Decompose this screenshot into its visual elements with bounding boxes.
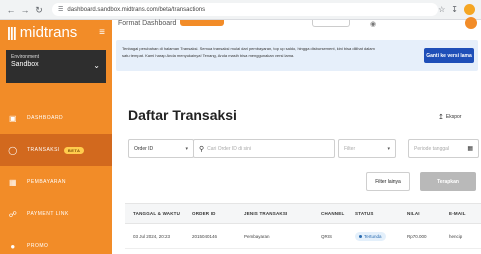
menu-toggle-icon[interactable]: ≡ bbox=[99, 27, 105, 38]
filter-select[interactable]: Filter ▾ bbox=[338, 139, 396, 158]
site-info-icon[interactable]: ☰ bbox=[58, 6, 63, 13]
order-id-select-value: Order ID bbox=[134, 145, 154, 152]
page-title: Daftar Transaksi bbox=[128, 107, 237, 123]
logo-text: midtrans bbox=[19, 23, 78, 41]
reload-icon[interactable]: ↻ bbox=[34, 5, 44, 15]
search-placeholder: Cari Order ID di sini bbox=[207, 145, 252, 152]
apply-button[interactable]: Terapkan bbox=[420, 172, 476, 191]
payment-icon: ▦ bbox=[8, 177, 18, 187]
cell-amount: Rp70.000 bbox=[407, 233, 427, 239]
cell-order-id[interactable]: 2015040146 bbox=[184, 234, 236, 239]
table-header-row: TANGGAL & WAKTU ORDER ID JENIS TRANSAKSI… bbox=[125, 203, 481, 224]
calendar-icon: ▦ bbox=[467, 146, 473, 152]
sidebar-item-transaksi[interactable]: ◯ TRANSAKSI BETA bbox=[0, 134, 112, 166]
cell-datetime: 03 Jul 2024, 20:23 bbox=[133, 233, 171, 239]
forward-arrow-icon[interactable]: → bbox=[20, 5, 30, 15]
environment-label: Environment bbox=[11, 54, 40, 60]
back-arrow-icon[interactable]: ← bbox=[6, 5, 16, 15]
search-input[interactable]: ⚲ Cari Order ID di sini bbox=[193, 139, 335, 158]
column-header[interactable]: JENIS TRANSAKSI bbox=[236, 211, 313, 216]
status-text: Tertunda bbox=[364, 233, 382, 239]
banner-text-line: satu tempat. Kami harap Anda menyukainya… bbox=[122, 53, 295, 58]
promo-icon: ● bbox=[10, 241, 16, 251]
sidebar-item-pembayaran[interactable]: ▦ PEMBAYARAN bbox=[0, 166, 112, 198]
column-header[interactable]: ORDER ID bbox=[184, 211, 236, 216]
link-icon: ☍ bbox=[8, 209, 18, 219]
download-icon[interactable]: ↧ bbox=[451, 5, 458, 14]
user-avatar[interactable] bbox=[465, 17, 477, 29]
header-toggle[interactable] bbox=[312, 20, 350, 27]
environment-selector[interactable]: Environment Sandbox ⌄ bbox=[6, 50, 106, 83]
notification-icon[interactable]: ◉ bbox=[370, 20, 376, 28]
status-dot-icon bbox=[359, 234, 362, 238]
environment-value: Sandbox bbox=[11, 61, 39, 68]
export-label: Ekspor bbox=[445, 114, 462, 120]
order-id-select[interactable]: Order ID ▾ bbox=[128, 139, 194, 158]
period-placeholder: Periode tanggal bbox=[414, 145, 450, 152]
sidebar-item-label: TRANSAKSI bbox=[27, 147, 60, 153]
cell-status: Tertunda bbox=[347, 231, 399, 241]
caret-down-icon: ▾ bbox=[387, 145, 390, 152]
transactions-table: TANGGAL & WAKTU ORDER ID JENIS TRANSAKSI… bbox=[125, 203, 481, 249]
sidebar: ||| midtrans ≡ Environment Sandbox ⌄ ▣ D… bbox=[0, 20, 112, 254]
cell-transaction-type: Pembayaran bbox=[244, 233, 270, 239]
switch-old-version-button[interactable]: Ganti ke versi lama bbox=[424, 48, 474, 63]
column-header[interactable]: E-MAIL bbox=[441, 211, 481, 216]
browser-toolbar: ← → ↻ ☰ dashboard.sandbox.midtrans.com/b… bbox=[0, 0, 481, 20]
caret-down-icon: ▾ bbox=[185, 145, 188, 152]
top-header: Format Dashboard ◉ bbox=[112, 17, 481, 37]
info-banner: Tenbagai perubahan di halaman Transaksi.… bbox=[116, 40, 478, 71]
cell-channel: QRIS bbox=[321, 233, 333, 239]
url-text: dashboard.sandbox.midtrans.com/beta/tran… bbox=[67, 6, 206, 13]
header-text: Format Dashboard bbox=[118, 20, 177, 27]
column-header[interactable]: STATUS bbox=[347, 211, 399, 216]
address-bar[interactable]: ☰ dashboard.sandbox.midtrans.com/beta/tr… bbox=[52, 3, 438, 16]
search-icon: ⚲ bbox=[199, 145, 205, 153]
table-row[interactable]: 03 Jul 2024, 20:23 2015040146 Pembayaran… bbox=[125, 224, 481, 249]
more-filters-button[interactable]: Filter lainya bbox=[366, 172, 410, 191]
transactions-icon: ◯ bbox=[8, 145, 18, 155]
cell-email: hencip bbox=[449, 233, 463, 239]
star-icon[interactable]: ☆ bbox=[438, 5, 445, 14]
banner-text-line: Tenbagai perubahan di halaman Transaksi.… bbox=[122, 46, 375, 51]
dashboard-icon: ▣ bbox=[8, 113, 18, 123]
sidebar-item-label: PAYMENT LINK bbox=[27, 211, 69, 217]
sidebar-item-label: PROMO bbox=[27, 243, 49, 249]
filter-placeholder: Filter bbox=[344, 145, 356, 152]
sidebar-item-dashboard[interactable]: ▣ DASHBOARD bbox=[0, 102, 112, 134]
sidebar-item-promo[interactable]: ● PROMO bbox=[0, 230, 112, 254]
export-button[interactable]: ↥ Ekspor bbox=[438, 113, 461, 121]
sidebar-item-payment-link[interactable]: ☍ PAYMENT LINK bbox=[0, 198, 112, 230]
logo-row: ||| midtrans ≡ bbox=[0, 20, 112, 44]
beta-badge: BETA bbox=[63, 146, 85, 154]
midtrans-logo-icon: ||| bbox=[7, 24, 17, 40]
column-header[interactable]: TANGGAL & WAKTU bbox=[125, 211, 184, 216]
chevron-down-icon: ⌄ bbox=[93, 61, 100, 70]
sidebar-item-label: PEMBAYARAN bbox=[27, 179, 66, 185]
column-header[interactable]: CHANNEL bbox=[313, 211, 347, 216]
header-accent[interactable] bbox=[180, 20, 224, 26]
status-badge: Tertunda bbox=[355, 231, 386, 241]
download-icon: ↥ bbox=[438, 114, 444, 121]
date-period-input[interactable]: Periode tanggal ▦ bbox=[408, 139, 479, 158]
profile-avatar[interactable] bbox=[464, 4, 475, 15]
column-header[interactable]: NILAI bbox=[399, 211, 441, 216]
sidebar-item-label: DASHBOARD bbox=[27, 115, 64, 121]
